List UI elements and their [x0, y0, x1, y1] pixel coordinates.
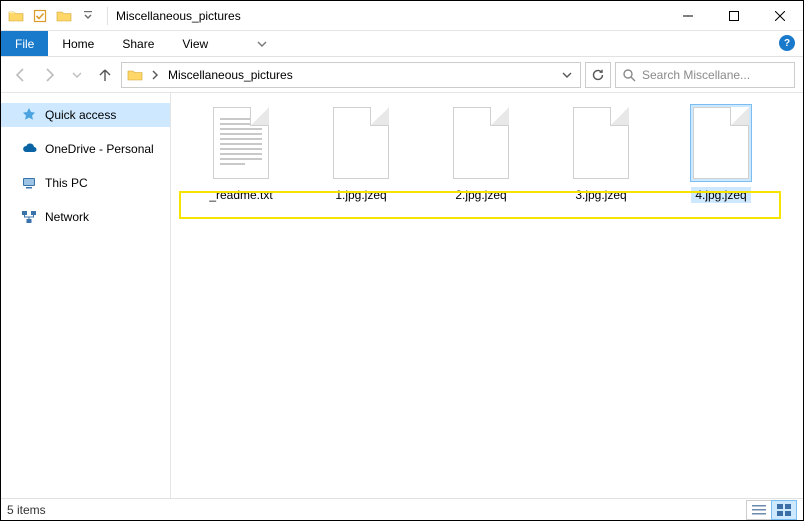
file-name-label: 2.jpg.jzeq: [451, 187, 510, 203]
nav-item-network[interactable]: Network: [1, 205, 170, 229]
nav-item-onedrive[interactable]: OneDrive - Personal: [1, 137, 170, 161]
file-tab[interactable]: File: [1, 31, 48, 56]
body: Quick access OneDrive - Personal This PC Ne…: [1, 93, 803, 498]
file-item[interactable]: 3.jpg.jzeq: [541, 101, 661, 207]
address-dropdown[interactable]: [556, 70, 578, 80]
title-divider: [107, 7, 108, 25]
text-file-icon: [211, 105, 271, 181]
tab-home[interactable]: Home: [48, 31, 108, 56]
file-name-label: 3.jpg.jzeq: [571, 187, 630, 203]
nav-item-label: Quick access: [45, 108, 116, 122]
content-pane[interactable]: _readme.txt 1.jpg.jzeq 2.jpg.jzeq 3.jpg.jze…: [171, 93, 803, 498]
address-bar: Miscellaneous_pictures: [1, 57, 803, 93]
nav-up-button[interactable]: [93, 63, 117, 87]
tab-share[interactable]: Share: [108, 31, 168, 56]
generic-file-icon: [571, 105, 631, 181]
file-item[interactable]: _readme.txt: [181, 101, 301, 207]
nav-back-button[interactable]: [9, 63, 33, 87]
file-name-label: _readme.txt: [205, 187, 276, 203]
file-name-label: 4.jpg.jzeq: [691, 187, 750, 203]
folder-icon: [5, 5, 27, 27]
nav-item-label: OneDrive - Personal: [45, 142, 154, 156]
tab-view[interactable]: View: [168, 31, 222, 56]
folder-icon: [53, 5, 75, 27]
nav-item-label: This PC: [45, 176, 88, 190]
network-icon: [21, 209, 37, 225]
title-bar: Miscellaneous_pictures: [1, 1, 803, 31]
view-details-button[interactable]: [746, 500, 772, 520]
nav-forward-button[interactable]: [37, 63, 61, 87]
ribbon: File Home Share View ?: [1, 31, 803, 57]
breadcrumb-segment[interactable]: Miscellaneous_pictures: [164, 68, 297, 82]
qat-overflow[interactable]: [77, 5, 99, 27]
navigation-pane: Quick access OneDrive - Personal This PC Ne…: [1, 93, 171, 498]
search-box[interactable]: [615, 62, 795, 88]
generic-file-icon: [691, 105, 751, 181]
nav-recent-dropdown[interactable]: [65, 63, 89, 87]
status-bar: 5 items: [1, 498, 803, 520]
generic-file-icon: [331, 105, 391, 181]
status-count: 5 items: [7, 503, 747, 517]
folder-icon: [124, 67, 146, 83]
nav-item-thispc[interactable]: This PC: [1, 171, 170, 195]
view-large-icons-button[interactable]: [771, 500, 797, 520]
thispc-icon: [21, 175, 37, 191]
close-button[interactable]: [757, 1, 803, 31]
chevron-right-icon[interactable]: [146, 70, 164, 80]
window-title: Miscellaneous_pictures: [116, 9, 241, 23]
file-item[interactable]: 2.jpg.jzeq: [421, 101, 541, 207]
ribbon-expand-button[interactable]: [252, 31, 272, 56]
refresh-button[interactable]: [585, 62, 611, 88]
onedrive-icon: [21, 141, 37, 157]
quickaccess-icon: [21, 107, 37, 123]
nav-item-quickaccess[interactable]: Quick access: [1, 103, 170, 127]
nav-item-label: Network: [45, 210, 89, 224]
help-button[interactable]: ?: [779, 35, 795, 51]
qat-item[interactable]: [29, 5, 51, 27]
file-item[interactable]: 4.jpg.jzeq: [661, 101, 781, 207]
generic-file-icon: [451, 105, 511, 181]
search-icon: [622, 68, 636, 82]
minimize-button[interactable]: [665, 1, 711, 31]
maximize-button[interactable]: [711, 1, 757, 31]
file-item[interactable]: 1.jpg.jzeq: [301, 101, 421, 207]
address-input[interactable]: Miscellaneous_pictures: [121, 62, 581, 88]
search-input[interactable]: [642, 68, 797, 82]
file-name-label: 1.jpg.jzeq: [331, 187, 390, 203]
